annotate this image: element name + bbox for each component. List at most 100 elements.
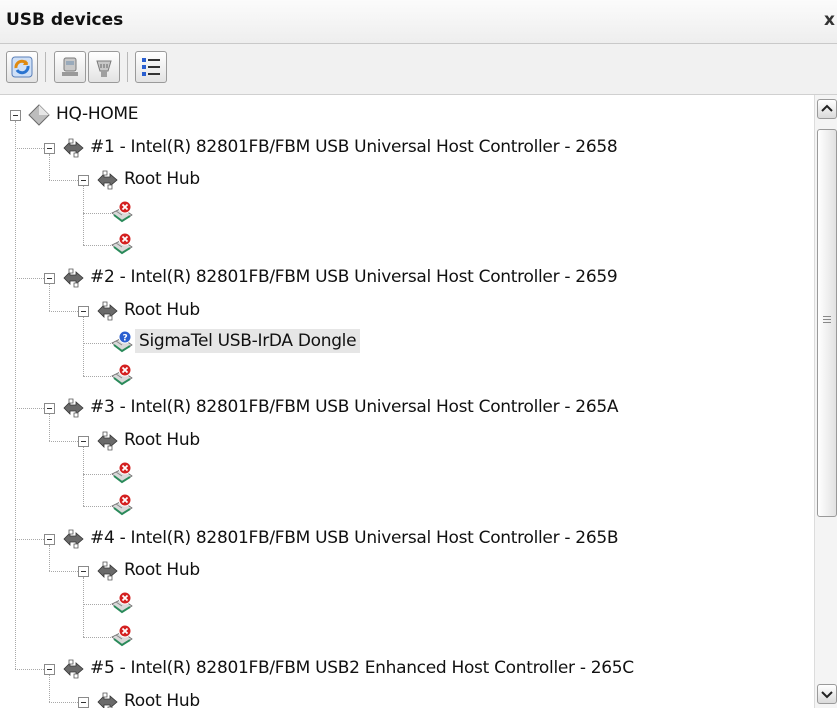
usb-controller-icon — [61, 136, 85, 165]
tree-line-vertical — [49, 414, 50, 441]
tree-line-vertical — [83, 447, 84, 507]
vertical-scrollbar[interactable] — [814, 95, 837, 708]
collapse-toggle-icon[interactable] — [44, 403, 55, 415]
tree-line-horizontal — [83, 473, 113, 475]
grip-line — [823, 322, 831, 323]
tree-line-vertical — [49, 153, 50, 181]
tree-line-horizontal — [15, 147, 44, 149]
toolbar — [0, 44, 837, 95]
tree-line-horizontal — [83, 506, 113, 508]
collapse-toggle-icon[interactable] — [44, 273, 55, 284]
usb-controller-icon — [63, 398, 84, 418]
collapse-toggle-icon[interactable] — [78, 175, 89, 187]
controller-label[interactable]: #1 - Intel(R) 82801FB/FBM USB Universal … — [90, 137, 618, 157]
usb-controller-icon — [63, 268, 84, 288]
port-error-icon — [111, 591, 133, 614]
usb-hub-icon — [97, 561, 118, 581]
port-error-icon — [111, 624, 133, 646]
usb-hub-icon — [97, 692, 118, 708]
collapse-toggle-icon[interactable] — [44, 142, 55, 154]
controller-label[interactable]: #2 - Intel(R) 82801FB/FBM USB Universal … — [90, 267, 618, 287]
tree-line-horizontal — [15, 669, 44, 671]
panel-titlebar: USB devices x — [0, 0, 837, 44]
tree-line-horizontal — [15, 538, 44, 540]
collapse-toggle-icon[interactable] — [44, 664, 55, 676]
tree-line-horizontal — [49, 441, 78, 442]
tree-line-horizontal — [83, 604, 113, 605]
controller-label[interactable]: #3 - Intel(R) 82801FB/FBM USB Universal … — [90, 397, 618, 417]
port-error-icon[interactable] — [110, 492, 134, 521]
scroll-thumb[interactable] — [817, 129, 837, 517]
tree-line-horizontal — [49, 701, 78, 703]
collapse-toggle-icon[interactable] — [78, 436, 89, 447]
port-unknown-device-icon: ? — [111, 330, 133, 353]
tree-line-horizontal — [15, 408, 44, 410]
chevron-up-icon — [821, 104, 833, 112]
collapse-toggle-icon[interactable] — [78, 566, 89, 578]
root-hub-label[interactable]: Root Hub — [124, 691, 200, 708]
root-hub-label[interactable]: Root Hub — [124, 560, 200, 580]
connector-view-button[interactable] — [88, 51, 120, 83]
usb-controller-icon — [61, 396, 85, 425]
tree-line-horizontal — [49, 180, 78, 182]
tree-line-horizontal — [49, 571, 78, 573]
device-view-icon — [62, 57, 78, 76]
usb-controller-icon — [63, 659, 84, 679]
root-hub-label[interactable]: Root Hub — [124, 300, 200, 320]
toolbar-separator — [127, 52, 128, 82]
tree-line-vertical — [49, 544, 50, 572]
tree-root-label[interactable]: HQ-HOME — [56, 104, 139, 124]
toolbar-separator — [45, 52, 46, 82]
usb-hub-icon — [95, 429, 119, 458]
port-error-icon — [111, 461, 133, 483]
usb-hub-icon — [97, 431, 118, 451]
tree-line-vertical — [83, 577, 84, 637]
usb-hub-icon — [95, 168, 119, 197]
controller-label[interactable]: #5 - Intel(R) 82801FB/FBM USB2 Enhanced … — [90, 658, 634, 678]
port-error-icon — [111, 232, 133, 255]
port-error-icon[interactable] — [110, 362, 134, 391]
scroll-up-button[interactable] — [817, 99, 837, 119]
panel-title: USB devices — [6, 10, 124, 30]
usb-device-tree[interactable]: HQ-HOME #1 - Intel(R) 82801FB/FBM USB Un… — [0, 95, 810, 708]
usb-controller-icon — [61, 266, 85, 295]
device-label[interactable]: SigmaTel USB-IrDA Dongle — [135, 329, 361, 354]
collapse-toggle-icon[interactable] — [78, 696, 89, 708]
device-view-button[interactable] — [54, 51, 86, 83]
collapse-toggle-icon[interactable] — [78, 305, 89, 317]
tree-line-horizontal — [83, 212, 113, 214]
usb-hub-icon — [97, 301, 118, 320]
collapse-toggle-icon[interactable] — [44, 533, 55, 545]
tree-line-vertical — [49, 675, 50, 702]
root-hub-label[interactable]: Root Hub — [124, 169, 200, 189]
details-list-button[interactable] — [135, 51, 167, 83]
tree-line-vertical — [49, 284, 50, 311]
tree-line-horizontal — [83, 343, 113, 345]
chevron-down-icon — [821, 691, 833, 699]
grip-line — [823, 319, 831, 320]
usb-hub-icon — [95, 299, 119, 328]
port-error-icon[interactable] — [110, 590, 134, 619]
tree-line-horizontal — [83, 636, 113, 638]
usb-controller-icon — [61, 527, 85, 556]
controller-label[interactable]: #4 - Intel(R) 82801FB/FBM USB Universal … — [90, 528, 619, 548]
scroll-down-button[interactable] — [817, 684, 837, 704]
connector-view-icon — [96, 60, 112, 77]
port-unknown-device-icon[interactable]: ? — [110, 329, 134, 358]
port-error-icon[interactable] — [110, 231, 134, 260]
close-icon[interactable]: x — [824, 10, 835, 30]
port-error-icon[interactable] — [110, 460, 134, 489]
port-error-icon[interactable] — [110, 623, 134, 652]
port-error-icon — [111, 493, 133, 516]
tree-line-vertical — [15, 121, 16, 670]
usb-controller-icon — [63, 138, 84, 157]
tree-line-horizontal — [83, 375, 113, 377]
usb-controller-icon — [61, 657, 85, 686]
port-error-icon[interactable] — [110, 199, 134, 228]
computer-node-icon — [28, 104, 50, 126]
usb-controller-icon — [63, 529, 84, 549]
collapse-toggle-icon[interactable] — [10, 110, 21, 121]
svg-text:?: ? — [123, 334, 128, 344]
root-hub-label[interactable]: Root Hub — [124, 430, 200, 450]
refresh-button[interactable] — [6, 51, 38, 83]
